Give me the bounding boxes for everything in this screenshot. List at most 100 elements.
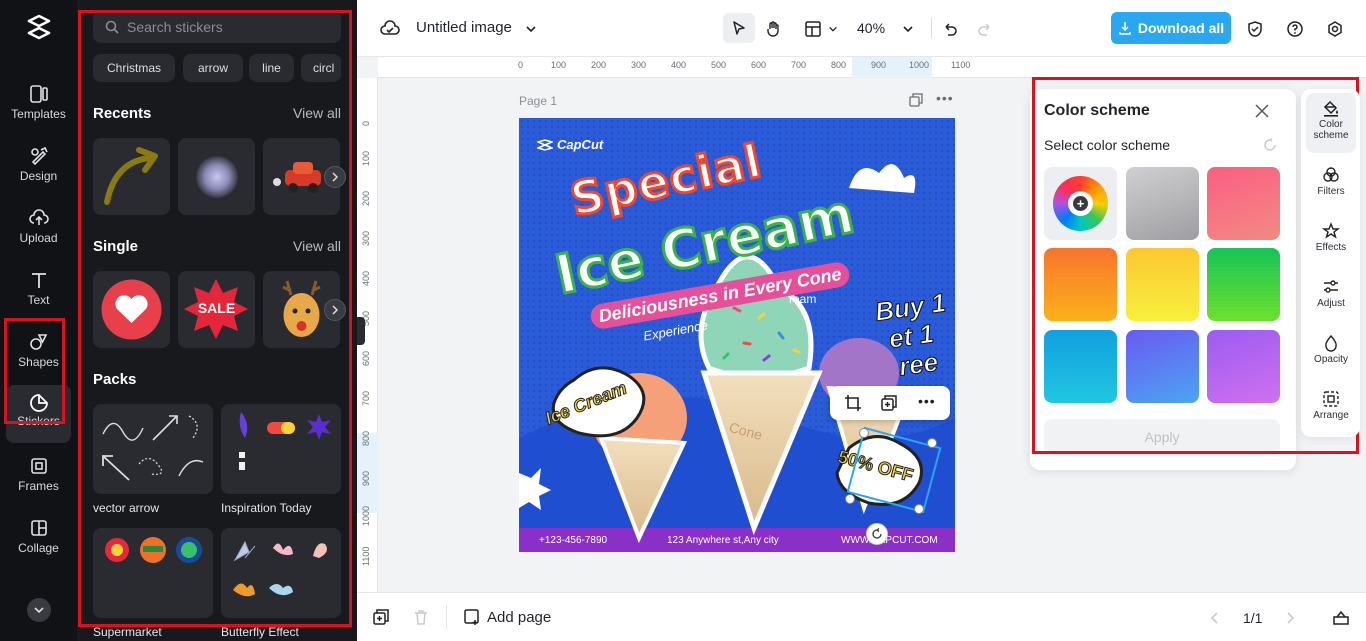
swatch-blue[interactable] — [1126, 330, 1199, 403]
swatch-orange[interactable] — [1044, 248, 1117, 321]
download-all-button[interactable]: Download all — [1111, 12, 1231, 44]
chevron-down-icon — [33, 604, 45, 616]
poster-footer-web: WWW.CAPCUT.COM — [841, 535, 938, 546]
prev-page-button[interactable] — [1209, 611, 1221, 629]
poster-brand: CapCut — [537, 137, 603, 152]
sticker-recent-blur[interactable] — [178, 138, 255, 215]
add-page-button[interactable]: Add page — [463, 608, 551, 626]
ruler-tick: 800 — [831, 60, 846, 70]
layout-menu-button[interactable] — [819, 15, 847, 43]
ruler-tick: 1000 — [909, 60, 929, 70]
reset-button[interactable] — [1263, 138, 1277, 157]
ruler-tick: 200 — [361, 191, 371, 206]
custom-color-swatch[interactable]: + — [1044, 167, 1117, 240]
capcut-logo-icon — [26, 14, 52, 40]
swatch-gray[interactable] — [1126, 167, 1199, 240]
poster-buy-3: ree — [897, 346, 940, 382]
swatch-pink[interactable] — [1207, 167, 1280, 240]
resize-handle[interactable] — [859, 428, 869, 438]
pack-butterfly-effect[interactable] — [221, 528, 341, 618]
rail-item-templates[interactable]: Templates — [0, 84, 77, 142]
single-next-button[interactable] — [324, 299, 346, 321]
ruler-tick: 500 — [711, 60, 726, 70]
tool-filters[interactable]: Filters — [1306, 160, 1356, 220]
rail-item-shapes[interactable]: Shapes — [0, 332, 77, 390]
poster-brand-text: CapCut — [557, 137, 603, 152]
recents-view-all-link[interactable]: View all — [293, 105, 341, 121]
swatch-yellow[interactable] — [1126, 248, 1199, 321]
chip-arrow[interactable]: arrow — [183, 54, 243, 82]
duplicate-page-button[interactable] — [909, 93, 923, 107]
tool-effects[interactable]: Effects — [1306, 216, 1356, 276]
left-rail: Templates Design Upload Text Shapes Stic… — [0, 0, 77, 641]
more-options-button[interactable]: ••• — [918, 393, 936, 409]
resize-handle[interactable] — [914, 504, 924, 514]
document-title[interactable]: Untitled image — [416, 19, 512, 36]
rotate-handle[interactable] — [866, 523, 888, 545]
swatch-green[interactable] — [1207, 248, 1280, 321]
rail-item-design[interactable]: Design — [0, 146, 77, 204]
sticker-search-input[interactable]: Search stickers — [93, 10, 341, 43]
stickers-icon — [29, 393, 49, 413]
zoom-menu-button[interactable] — [894, 15, 922, 43]
floating-toolbar: ••• — [830, 386, 950, 420]
chip-line[interactable]: line — [249, 54, 294, 82]
rail-item-upload[interactable]: Upload — [0, 208, 77, 266]
ruler-tick: 1100 — [951, 60, 970, 70]
chevron-right-icon — [330, 305, 340, 315]
color-scheme-icon — [1322, 99, 1340, 117]
shield-button[interactable] — [1241, 15, 1269, 43]
page-more-button[interactable]: ••• — [936, 90, 954, 106]
collapse-panel-handle[interactable] — [357, 317, 365, 345]
help-button[interactable] — [1281, 15, 1309, 43]
tool-opacity[interactable]: Opacity — [1306, 328, 1356, 388]
hand-tool-button[interactable] — [760, 15, 788, 43]
sticker-sale[interactable]: SALE — [178, 271, 255, 348]
tool-color-scheme[interactable]: Color scheme — [1306, 93, 1356, 153]
poster-image[interactable]: CapCut Special Ice Cream Deliciousness i… — [519, 118, 955, 552]
next-page-button[interactable] — [1284, 611, 1296, 629]
cloud-sync-button[interactable] — [376, 15, 404, 43]
undo-button[interactable] — [936, 15, 964, 43]
settings-button[interactable] — [1321, 15, 1349, 43]
tool-adjust[interactable]: Adjust — [1306, 272, 1356, 332]
rail-more-button[interactable] — [27, 598, 51, 622]
adjust-icon — [1322, 278, 1340, 296]
filters-icon — [1322, 166, 1340, 184]
duplicate-element-button[interactable] — [880, 394, 898, 417]
rail-item-frames[interactable]: Frames — [0, 456, 77, 514]
pages-panel-button[interactable] — [1332, 608, 1350, 631]
delete-page-button[interactable] — [413, 609, 429, 630]
rail-item-stickers[interactable]: Stickers — [6, 385, 71, 443]
rail-item-collage[interactable]: Collage — [0, 518, 77, 576]
effects-icon — [1322, 222, 1340, 240]
crop-button[interactable] — [844, 394, 862, 417]
resize-handle[interactable] — [845, 494, 855, 504]
chip-circle[interactable]: circl — [301, 54, 341, 82]
resize-handle[interactable] — [927, 438, 937, 448]
tool-arrange[interactable]: Arrange — [1306, 384, 1356, 444]
right-tools-panel: Color scheme Filters Effects Adjust Opac… — [1301, 89, 1360, 437]
single-view-all-link[interactable]: View all — [293, 238, 341, 254]
apply-button[interactable]: Apply — [1044, 419, 1280, 455]
divider — [446, 605, 447, 629]
close-button[interactable] — [1255, 104, 1269, 123]
chip-christmas[interactable]: Christmas — [93, 54, 175, 82]
pack-supermarket[interactable] — [93, 528, 213, 618]
swatch-cyan[interactable] — [1044, 330, 1117, 403]
add-element-button[interactable] — [373, 609, 389, 630]
rail-item-text[interactable]: Text — [0, 270, 77, 328]
zoom-value[interactable]: 40% — [857, 20, 885, 36]
pack-vector-arrow[interactable] — [93, 404, 213, 494]
sticker-recent-arrow[interactable] — [93, 138, 170, 215]
title-menu-button[interactable] — [517, 15, 545, 43]
swatch-purple[interactable] — [1207, 330, 1280, 403]
rail-label: Collage — [0, 541, 77, 555]
ruler-tick: 0 — [518, 60, 523, 70]
select-tool-button[interactable] — [723, 13, 755, 43]
redo-button[interactable] — [971, 15, 999, 43]
sticker-heart[interactable] — [93, 271, 170, 348]
pack-inspiration-today[interactable] — [221, 404, 341, 494]
download-all-label: Download all — [1138, 20, 1224, 36]
recents-next-button[interactable] — [324, 166, 346, 188]
